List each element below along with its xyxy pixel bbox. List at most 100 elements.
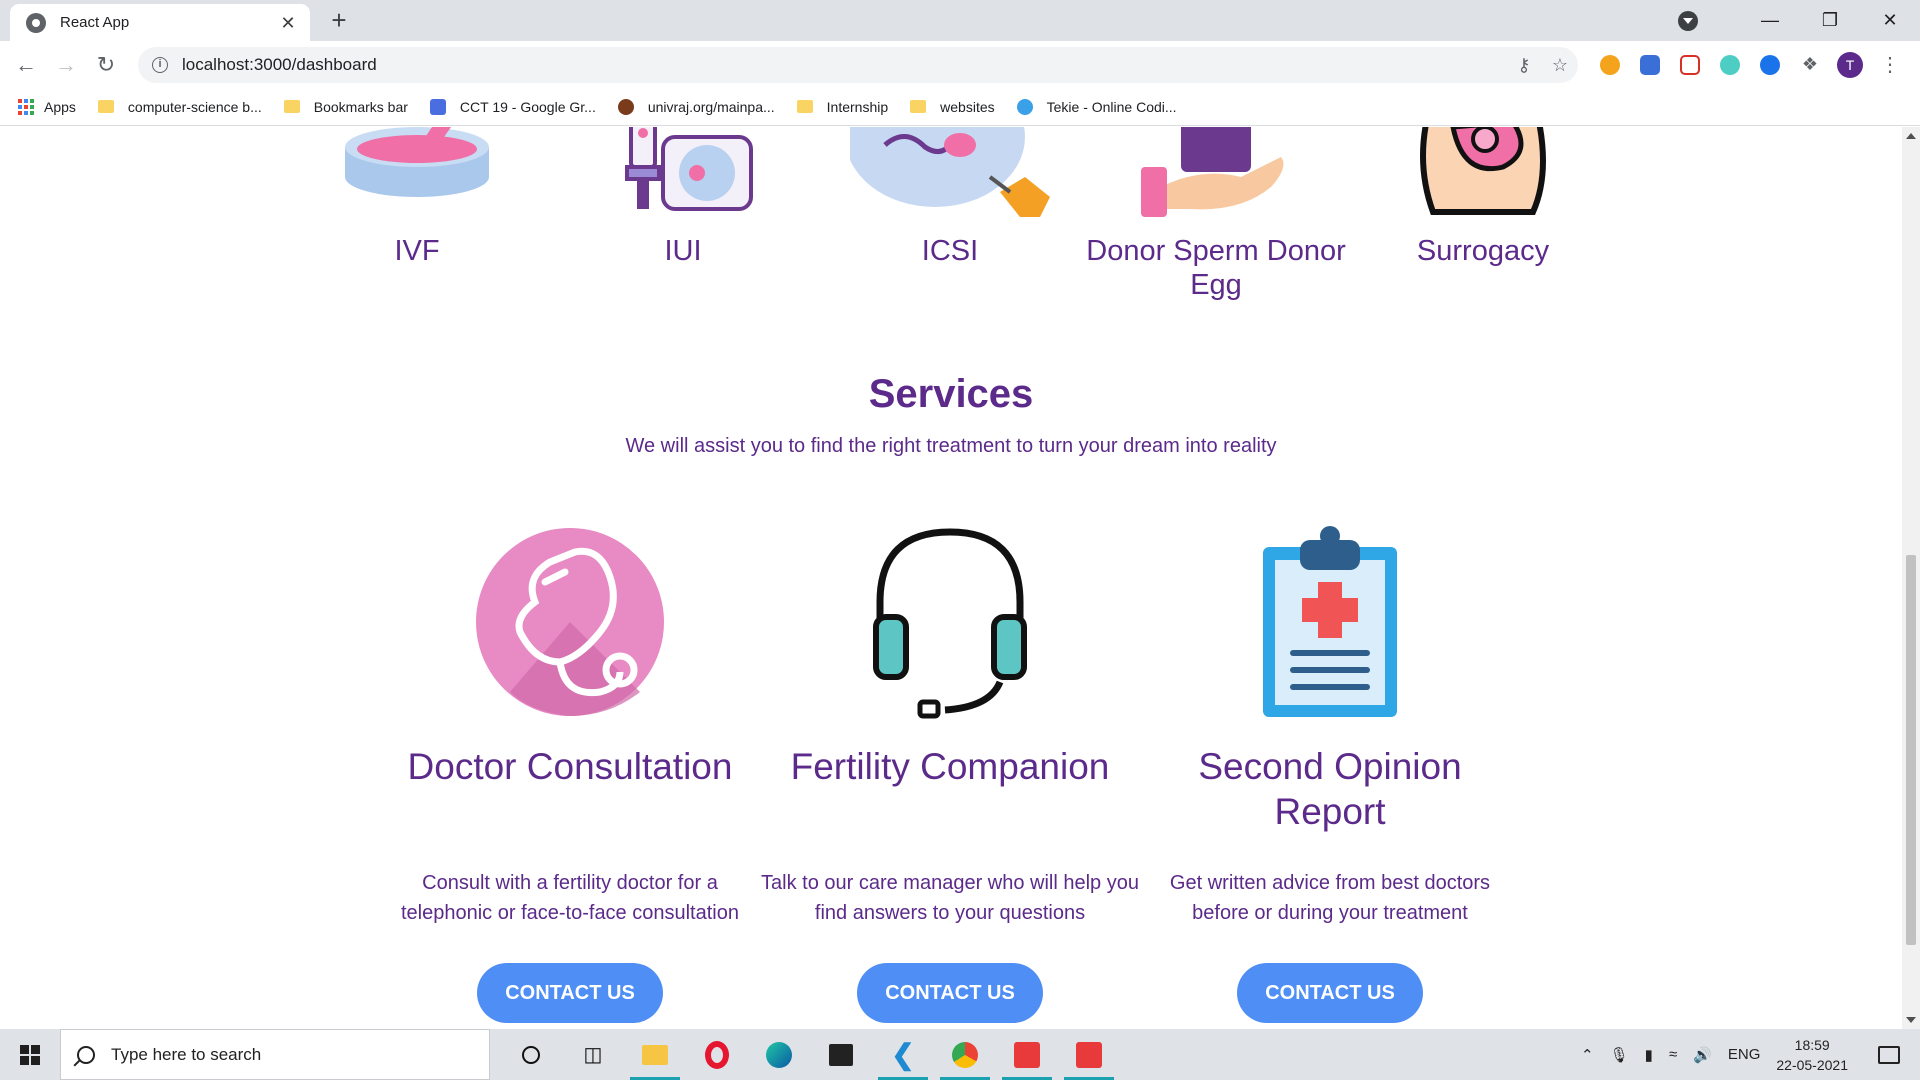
page-viewport: IVF IUI ICSI Donor Sperm Donor Egg Surro…	[0, 127, 1902, 1029]
extensions-area: ❖ T ⋮	[1590, 41, 1910, 88]
clock-time: 18:59	[1794, 1036, 1830, 1053]
minimize-button[interactable]: —	[1740, 10, 1800, 31]
chevron-up-icon[interactable]: ⌃	[1581, 1046, 1594, 1064]
folder-icon	[283, 100, 300, 113]
extension-1-icon[interactable]	[1590, 45, 1630, 85]
bookmark-computer-science[interactable]: computer-science b...	[97, 99, 262, 115]
sperm-injection-icon	[850, 127, 1050, 217]
scrollbar-thumb[interactable]	[1906, 555, 1916, 945]
opera-icon[interactable]	[686, 1029, 748, 1080]
contact-us-button[interactable]: CONTACT US	[1237, 963, 1423, 1023]
treatment-label: IUI	[664, 235, 702, 267]
bookmark-star-icon[interactable]: ☆	[1542, 55, 1578, 76]
edge-icon[interactable]	[748, 1029, 810, 1080]
address-bar[interactable]: i localhost:3000/dashboard ⚷ ☆	[138, 47, 1578, 83]
screenshot-extension-icon[interactable]	[1670, 45, 1710, 85]
extension-4-icon[interactable]	[1710, 45, 1750, 85]
windows-logo-icon	[20, 1044, 40, 1065]
bookmark-apps[interactable]: Apps	[18, 98, 76, 115]
tab-search-icon[interactable]	[1678, 10, 1698, 31]
service-title: Fertility Companion	[790, 746, 1110, 787]
microphone-icon[interactable]: 🎙	[1610, 1046, 1629, 1064]
bookmark-websites[interactable]: websites	[910, 99, 995, 115]
clipboard-icon	[1263, 526, 1397, 717]
search-icon	[77, 1045, 95, 1064]
treatment-label: ICSI	[921, 235, 979, 267]
url-text[interactable]: localhost:3000/dashboard	[182, 55, 1506, 75]
contact-us-button[interactable]: CONTACT US	[857, 963, 1043, 1023]
clock[interactable]: 18:59 22-05-2021	[1776, 1035, 1848, 1075]
tab-close-icon[interactable]: ✕	[278, 13, 298, 33]
univraj-icon	[617, 98, 634, 115]
site-info-icon[interactable]: i	[152, 57, 168, 73]
wifi-icon[interactable]: ≈	[1669, 1046, 1677, 1063]
taskbar-search-box[interactable]: Type here to search	[60, 1029, 490, 1080]
pregnant-belly-icon	[1420, 127, 1546, 215]
extension-2-icon[interactable]	[1630, 45, 1670, 85]
volume-icon[interactable]: 🔊	[1693, 1046, 1712, 1064]
browser-tab-react-app[interactable]: React App ✕	[10, 4, 310, 41]
store-icon[interactable]	[810, 1029, 872, 1080]
task-view-icon[interactable]: ◫	[562, 1029, 624, 1080]
bookmark-internship[interactable]: Internship	[796, 99, 888, 115]
folder-icon	[97, 100, 114, 113]
git-app-2-icon[interactable]	[1058, 1029, 1120, 1080]
bookmark-bookmarks-bar[interactable]: Bookmarks bar	[283, 99, 408, 115]
service-title: Doctor Consultation	[407, 746, 733, 787]
service-description: Consult with a fertility doctor for a te…	[401, 872, 739, 924]
battery-icon[interactable]: ▮	[1645, 1046, 1653, 1064]
contact-us-button[interactable]: CONTACT US	[477, 963, 663, 1023]
services-subtitle: We will assist you to find the right tre…	[625, 435, 1277, 457]
scroll-up-icon[interactable]	[1906, 133, 1916, 139]
bookmark-univraj[interactable]: univraj.org/mainpa...	[617, 98, 775, 115]
reload-icon[interactable]: ↻	[86, 45, 126, 85]
tekie-icon	[1016, 98, 1033, 115]
folder-icon	[910, 100, 927, 113]
scroll-down-icon[interactable]	[1906, 1017, 1916, 1023]
petri-dish-icon	[345, 127, 489, 197]
apps-grid-icon	[18, 98, 34, 115]
window-controls: — ❐ ✕	[1678, 0, 1920, 41]
profile-avatar[interactable]: T	[1830, 45, 1870, 85]
vscode-icon[interactable]: ❮	[872, 1029, 934, 1080]
notifications-icon[interactable]	[1878, 1045, 1900, 1064]
google-groups-icon	[429, 98, 446, 115]
puzzle-extensions-icon[interactable]: ❖	[1790, 45, 1830, 85]
tab-title: React App	[60, 14, 130, 31]
language-indicator[interactable]: ENG	[1728, 1046, 1761, 1063]
windows-taskbar: Type here to search ◫ ❮ ⌃ 🎙 ▮ ≈ 🔊 ENG 18…	[0, 1029, 1920, 1080]
file-explorer-icon[interactable]	[624, 1029, 686, 1080]
donor-hand-icon	[1141, 127, 1284, 217]
forward-arrow-icon[interactable]: →	[46, 45, 86, 85]
extension-5-icon[interactable]	[1750, 45, 1790, 85]
globe-icon	[26, 12, 46, 33]
cortana-icon[interactable]	[500, 1029, 562, 1080]
service-description: Talk to our care manager who will help y…	[761, 872, 1139, 924]
page-scrollbar[interactable]	[1902, 127, 1920, 1029]
headset-icon	[873, 528, 1027, 719]
system-tray: ⌃ 🎙 ▮ ≈ 🔊 ENG 18:59 22-05-2021	[1581, 1029, 1920, 1080]
browser-toolbar: ← → ↻ i localhost:3000/dashboard ⚷ ☆ ❖ T…	[0, 41, 1920, 88]
key-icon[interactable]: ⚷	[1506, 55, 1542, 76]
restore-button[interactable]: ❐	[1800, 10, 1860, 31]
treatments-row: IVF IUI ICSI Donor Sperm Donor Egg Surro…	[0, 127, 1902, 327]
bookmarks-bar: Apps computer-science b... Bookmarks bar…	[0, 88, 1920, 126]
clock-date: 22-05-2021	[1776, 1056, 1848, 1073]
services-title: Services	[868, 372, 1034, 416]
bookmark-tekie[interactable]: Tekie - Online Codi...	[1016, 98, 1177, 115]
stethoscope-icon	[476, 528, 664, 716]
folder-icon	[796, 100, 813, 113]
taskbar-apps: ◫ ❮	[500, 1029, 1120, 1080]
service-title: Second Opinion Report	[1198, 746, 1462, 832]
browser-menu-icon[interactable]: ⋮	[1870, 45, 1910, 85]
search-placeholder: Type here to search	[111, 1044, 262, 1064]
back-arrow-icon[interactable]: ←	[6, 45, 46, 85]
new-tab-button[interactable]: +	[324, 6, 354, 36]
git-app-1-icon[interactable]	[996, 1029, 1058, 1080]
microscope-icon	[625, 127, 753, 211]
close-window-button[interactable]: ✕	[1860, 10, 1920, 31]
start-button[interactable]	[0, 1029, 60, 1080]
treatment-label: Donor Sperm Donor Egg	[1086, 235, 1346, 301]
chrome-icon[interactable]	[934, 1029, 996, 1080]
bookmark-cct19[interactable]: CCT 19 - Google Gr...	[429, 98, 596, 115]
